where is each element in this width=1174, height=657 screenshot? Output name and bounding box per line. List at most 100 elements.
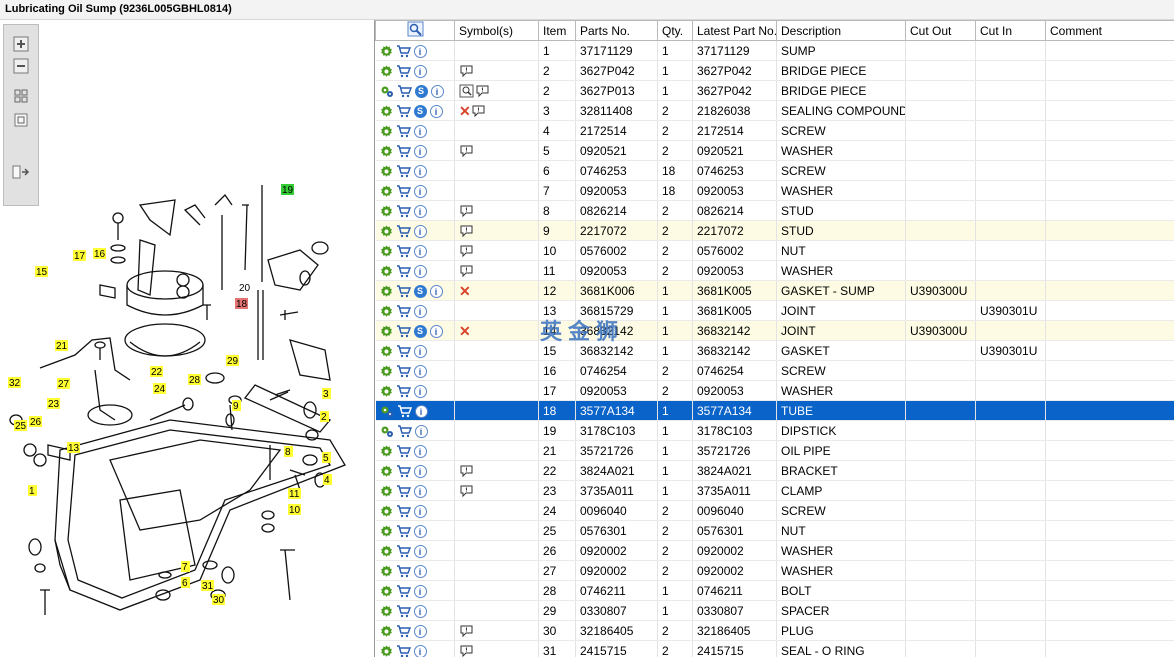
cart-icon[interactable] [396,64,411,78]
cart-icon[interactable] [396,604,411,618]
info-icon[interactable]: i [413,44,427,58]
gear-icon[interactable] [380,325,393,338]
comment-bubble-icon[interactable] [459,64,474,78]
comment-bubble-icon[interactable] [459,204,474,218]
cart-icon[interactable] [396,124,411,138]
info-icon[interactable]: i [430,84,444,98]
callout-25[interactable]: 25 [14,420,27,432]
parts-table-row[interactable]: i 9 2217072 2 2217072 STUD [375,220,1174,241]
column-header-description[interactable]: Description [776,20,906,41]
cart-icon[interactable] [396,44,411,58]
parts-table-row[interactable]: i 11 0920053 2 0920053 WASHER [375,260,1174,281]
info-icon[interactable]: i [413,524,427,538]
gear-icon[interactable] [380,445,393,458]
callout-21[interactable]: 21 [55,340,68,352]
parts-table-row[interactable]: i 18 3577A134 1 3577A134 TUBE [375,400,1174,421]
info-icon[interactable]: i [413,364,427,378]
info-icon[interactable]: i [413,344,427,358]
cart-icon[interactable] [396,164,411,178]
parts-table-row[interactable]: i 1 37171129 1 37171129 SUMP [375,40,1174,61]
parts-table-row[interactable]: i 2 3627P042 1 3627P042 BRIDGE PIECE [375,60,1174,81]
callout-26[interactable]: 26 [29,416,42,428]
parts-table-row[interactable]: i 19 3178C103 1 3178C103 DIPSTICK [375,420,1174,441]
cart-icon[interactable] [396,304,411,318]
supersession-icon[interactable]: S [413,324,427,338]
gear-icon[interactable] [380,485,393,498]
parts-table-row[interactable]: Si ✕ 12 3681K006 1 3681K005 GASKET - SUMP U3903… [375,280,1174,301]
callout-19[interactable]: 19 [281,184,294,196]
info-icon[interactable]: i [429,104,443,118]
parts-table-row[interactable]: i 8 0826214 2 0826214 STUD [375,200,1174,221]
callout-2[interactable]: 2 [320,411,329,423]
cart-icon[interactable] [396,524,411,538]
info-icon[interactable]: i [413,64,427,78]
info-icon[interactable]: i [413,244,427,258]
parts-table-row[interactable]: i 16 0746254 2 0746254 SCREW [375,360,1174,381]
info-icon[interactable]: i [413,204,427,218]
gear-icon[interactable] [380,525,393,538]
callout-32[interactable]: 32 [8,377,21,389]
parts-table-row[interactable]: i 7 0920053 18 0920053 WASHER [375,180,1174,201]
column-header-cut-out[interactable]: Cut Out [905,20,976,41]
parts-table-row[interactable]: Si 2 3627P013 1 3627P042 BRIDGE PIECE [375,80,1174,101]
parts-table-row[interactable]: i 5 0920521 2 0920521 WASHER [375,140,1174,161]
callout-5[interactable]: 5 [322,452,331,464]
parts-table-row[interactable]: i 29 0330807 1 0330807 SPACER [375,600,1174,621]
cart-icon[interactable] [396,184,411,198]
info-icon[interactable]: i [413,504,427,518]
parts-table-row[interactable]: i 6 0746253 18 0746253 SCREW [375,160,1174,181]
cart-icon[interactable] [396,344,411,358]
cart-icon[interactable] [396,464,411,478]
supersession-icon[interactable]: S [413,104,427,118]
callout-27[interactable]: 27 [57,378,70,390]
cart-icon[interactable] [396,624,411,638]
parts-table-row[interactable]: i 27 0920002 2 0920002 WASHER [375,560,1174,581]
gear-icon[interactable] [380,285,393,298]
info-icon[interactable]: i [414,424,428,438]
callout-24[interactable]: 24 [153,383,166,395]
comment-bubble-icon[interactable] [471,104,486,118]
column-header-comment[interactable]: Comment [1045,20,1174,41]
info-icon[interactable]: i [413,184,427,198]
gear-icon[interactable] [380,125,393,138]
parts-table-row[interactable]: i 28 0746211 1 0746211 BOLT [375,580,1174,601]
callout-10[interactable]: 10 [288,504,301,516]
gear-icon[interactable] [380,185,393,198]
gear-icon[interactable] [380,305,393,318]
comment-bubble-icon[interactable] [459,464,474,478]
cart-icon[interactable] [397,424,412,438]
callout-13[interactable]: 13 [67,442,80,454]
column-header-symbols[interactable]: Symbol(s) [454,20,539,41]
column-header-latest-part-no[interactable]: Latest Part No. [692,20,777,41]
column-header-tools[interactable] [375,20,455,41]
callout-16[interactable]: 16 [93,248,106,260]
cart-icon[interactable] [396,384,411,398]
cart-icon[interactable] [397,404,412,418]
gear-icon[interactable] [380,265,393,278]
supersession-icon[interactable]: S [413,284,427,298]
parts-table-row[interactable]: i 10 0576002 2 0576002 NUT [375,240,1174,261]
cart-icon[interactable] [396,264,411,278]
callout-1[interactable]: 1 [28,485,37,497]
cart-icon[interactable] [396,444,411,458]
cart-icon[interactable] [396,144,411,158]
comment-bubble-icon[interactable] [459,244,474,258]
callout-31[interactable]: 31 [201,580,214,592]
parts-table-row[interactable]: i 4 2172514 2 2172514 SCREW [375,120,1174,141]
cart-icon[interactable] [396,584,411,598]
parts-table-row[interactable]: Si ✕ 14 36832142 1 36832142 JOINT U390300U [375,320,1174,341]
parts-table-row[interactable]: i 24 0096040 2 0096040 SCREW [375,500,1174,521]
search-grid-icon[interactable] [380,21,455,37]
callout-22[interactable]: 22 [150,366,163,378]
cart-icon[interactable] [396,644,411,657]
column-header-item[interactable]: Item [538,20,576,41]
gear-options-icon[interactable] [380,405,394,418]
callout-7[interactable]: 7 [181,561,190,573]
callout-3[interactable]: 3 [322,388,331,400]
cart-icon[interactable] [396,104,411,118]
gear-icon[interactable] [380,385,393,398]
info-icon[interactable]: i [413,304,427,318]
parts-table-row[interactable]: i 17 0920053 2 0920053 WASHER [375,380,1174,401]
gear-icon[interactable] [380,505,393,518]
callout-17[interactable]: 17 [73,250,86,262]
